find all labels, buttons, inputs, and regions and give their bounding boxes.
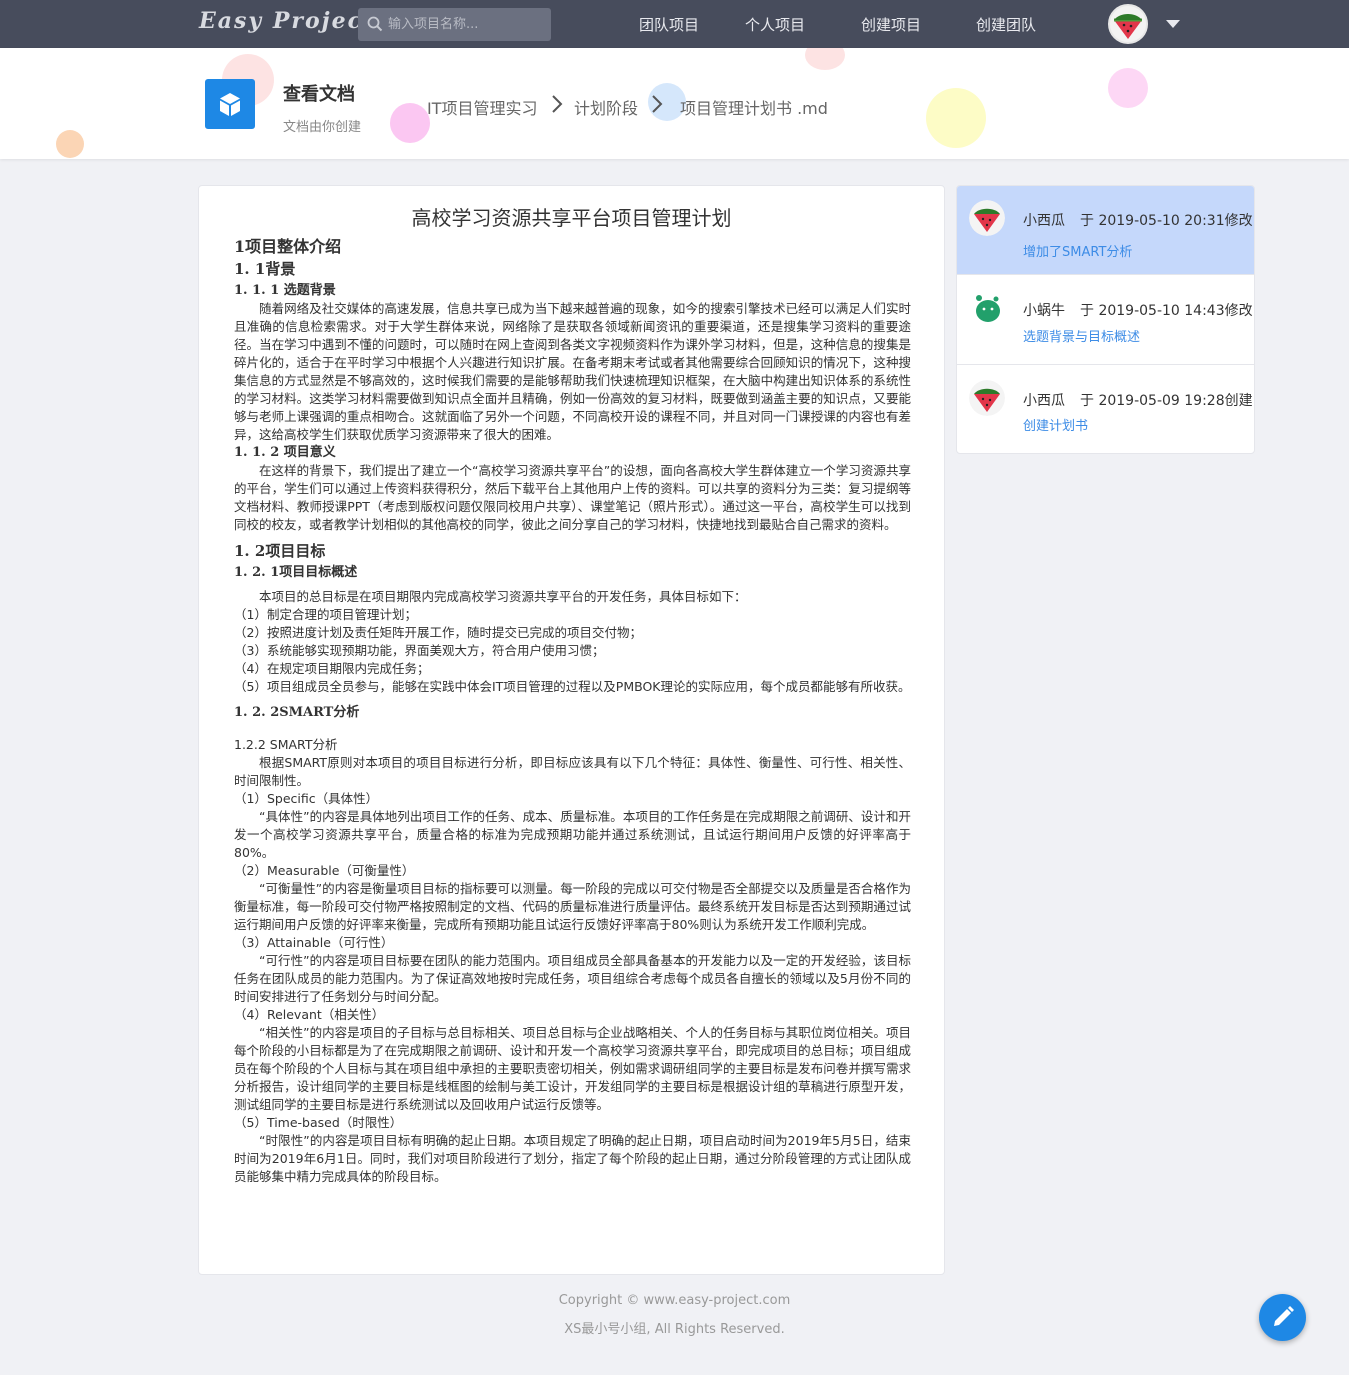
revision-history-panel: 小西瓜 于 2019-05-10 20:31修改 增加了SMART分析 小蜗牛 … xyxy=(956,185,1255,454)
edit-document-button[interactable] xyxy=(1259,1294,1306,1341)
page-subtitle: 文档由你创建 xyxy=(283,120,362,135)
document-title: 高校学习资源共享平台项目管理计划 xyxy=(411,206,732,230)
document-icon xyxy=(205,79,255,129)
smart-attainable-text: “可行性”的内容是项目目标要在团队的能力范围内。项目组成员全部具备基本的开发能力… xyxy=(234,953,911,1004)
history-time: 于 2019-05-09 19:28创建 xyxy=(1080,393,1253,409)
decor-bubble xyxy=(56,130,84,158)
smart-attainable-label: （3）Attainable（可行性） xyxy=(234,935,394,950)
history-item[interactable]: 小蜗牛 于 2019-05-10 14:43修改 选题背景与目标概述 xyxy=(957,276,1254,365)
paragraph-goal-intro: 本项目的总目标是在项目期限内完成高校学习资源共享平台的开发任务，具体目标如下： xyxy=(259,589,747,604)
page-header: 查看文档 文档由你创建 IT项目管理实习 计划阶段 项目管理计划书 .md xyxy=(0,48,1349,159)
heading-1-2: 1. 2项目目标 xyxy=(234,542,326,560)
user-menu-caret[interactable] xyxy=(1166,20,1180,28)
paragraph-background: 随着网络及社交媒体的高速发展，信息共享已成为当下越来越普遍的现象，如今的搜索引擎… xyxy=(234,301,911,442)
page-title: 查看文档 xyxy=(283,84,355,105)
smart-measurable-label: （2）Measurable（可衡量性） xyxy=(234,863,415,878)
history-time: 于 2019-05-10 14:43修改 xyxy=(1080,303,1253,319)
chevron-right-icon xyxy=(652,95,663,113)
user-avatar[interactable] xyxy=(1108,4,1148,44)
history-author: 小西瓜 xyxy=(1023,213,1065,229)
watermelon-avatar-icon xyxy=(969,380,1005,416)
history-message[interactable]: 创建计划书 xyxy=(1023,415,1088,434)
document-body: 1项目整体介绍 1. 1背景 1. 1. 1 选题背景 随着网络及社交媒体的高速… xyxy=(234,234,911,1186)
goal-item: （4）在规定项目期限内完成任务； xyxy=(234,661,430,676)
history-author: 小西瓜 xyxy=(1023,393,1065,409)
paragraph-meaning: 在这样的背景下，我们提出了建立一个“高校学习资源共享平台”的设想，面向各高校大学… xyxy=(234,463,911,532)
top-navbar: Easy Project 团队项目 个人项目 创建项目 创建团队 xyxy=(0,0,1349,48)
search-icon xyxy=(367,16,383,32)
nav-create-team[interactable]: 创建团队 xyxy=(976,14,1036,35)
search-input[interactable] xyxy=(388,8,548,41)
history-item[interactable]: 小西瓜 于 2019-05-09 19:28创建 创建计划书 xyxy=(957,366,1254,453)
history-item[interactable]: 小西瓜 于 2019-05-10 20:31修改 增加了SMART分析 xyxy=(957,186,1254,275)
history-message[interactable]: 增加了SMART分析 xyxy=(1023,241,1132,260)
pencil-icon xyxy=(1274,1306,1294,1326)
history-time: 于 2019-05-10 20:31修改 xyxy=(1080,213,1253,229)
goal-item: （1）制定合理的项目管理计划； xyxy=(234,607,417,622)
decor-bubble xyxy=(390,103,430,143)
history-message[interactable]: 选题背景与目标概述 xyxy=(1023,326,1140,345)
paragraph-smart-intro: 根据SMART原则对本项目的项目目标进行分析，即目标应该具有以下几个特征：具体性… xyxy=(234,755,911,788)
smart-specific-text: “具体性”的内容是具体地列出项目工作的任务、成本、质量标准。本项目的工作任务是在… xyxy=(234,809,911,860)
smart-timebased-label: （5）Time-based（时限性） xyxy=(234,1115,403,1130)
decor-bubble xyxy=(926,88,986,148)
nav-create-project[interactable]: 创建项目 xyxy=(861,14,921,35)
heading-1-2-2: 1. 2. 2SMART分析 xyxy=(234,705,360,720)
breadcrumb-stage[interactable]: 计划阶段 xyxy=(574,95,638,119)
chevron-right-icon xyxy=(552,95,563,113)
smart-timebased-text: “时限性”的内容是项目目标有明确的起止日期。本项目规定了明确的起止日期，项目启动… xyxy=(234,1133,911,1184)
breadcrumb-document: 项目管理计划书 .md xyxy=(680,99,828,118)
heading-1-1: 1. 1背景 xyxy=(234,260,296,278)
breadcrumb-project[interactable]: IT项目管理实习 xyxy=(427,95,538,119)
document-viewer: 高校学习资源共享平台项目管理计划 1项目整体介绍 1. 1背景 1. 1. 1 … xyxy=(198,185,945,1275)
app-logo[interactable]: Easy Project xyxy=(199,8,375,34)
goal-item: （2）按照进度计划及责任矩阵开展工作，随时提交已完成的项目交付物； xyxy=(234,625,642,640)
heading-1-1-1: 1. 1. 1 选题背景 xyxy=(234,283,336,298)
watermelon-icon xyxy=(1114,14,1142,39)
nav-team-projects[interactable]: 团队项目 xyxy=(639,14,699,35)
heading-1-2-1: 1. 2. 1项目目标概述 xyxy=(234,565,358,580)
smart-specific-label: （1）Specific（具体性） xyxy=(234,791,379,806)
smart-relevant-text: “相关性”的内容是项目的子目标与总目标相关、项目总目标与企业战略相关、个人的任务… xyxy=(234,1025,911,1112)
footer-copyright: Copyright © www.easy-project.com xyxy=(558,1293,791,1308)
watermelon-avatar-icon xyxy=(969,200,1005,236)
heading-1: 1项目整体介绍 xyxy=(234,237,342,256)
goal-item: （5）项目组成员全员参与，能够在实践中体会IT项目管理的过程以及PMBOK理论的… xyxy=(234,679,911,694)
decor-bubble xyxy=(805,48,845,70)
history-author: 小蜗牛 xyxy=(1023,303,1065,319)
green-blob-avatar-icon xyxy=(969,290,1005,326)
goal-item: （3）系统能够实现预期功能，界面美观大方，符合用户使用习惯； xyxy=(234,643,605,658)
project-search[interactable] xyxy=(358,8,551,41)
smart-measurable-text: “可衡量性”的内容是衡量项目目标的指标要可以测量。每一阶段的完成以可交付物是否全… xyxy=(234,881,911,932)
decor-bubble xyxy=(1108,68,1148,108)
nav-personal-projects[interactable]: 个人项目 xyxy=(745,14,805,35)
heading-1-1-2: 1. 1. 2 项目意义 xyxy=(234,445,336,460)
smart-subheading: 1.2.2 SMART分析 xyxy=(234,737,338,752)
footer-rights: XS最小号小组, All Rights Reserved. xyxy=(564,1322,785,1337)
smart-relevant-label: （4）Relevant（相关性） xyxy=(234,1007,385,1022)
